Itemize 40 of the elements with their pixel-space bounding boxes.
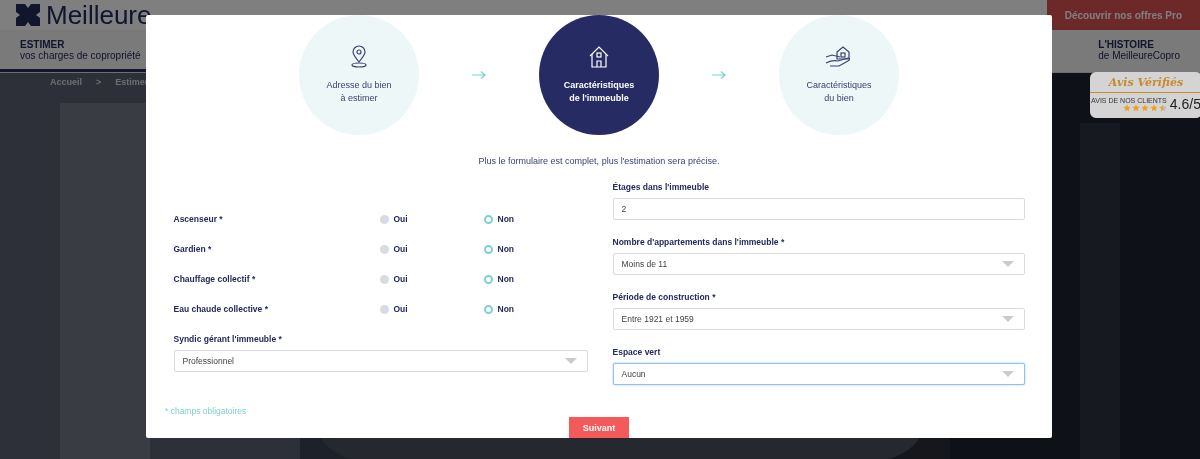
- dropdown-field[interactable]: Entre 1921 et 1959: [612, 308, 1025, 330]
- dropdown-field[interactable]: Professionnel: [173, 350, 588, 372]
- field-label: Espace vert: [612, 347, 662, 357]
- form-hint: Plus le formulaire est complet, plus l'estimation sera précise.: [478, 156, 720, 166]
- reviews-brand: Avis Vérifiés: [1090, 72, 1200, 93]
- question-label: Gardien *: [173, 244, 213, 254]
- field-label: Étages dans l'immeuble: [612, 182, 710, 192]
- radio-option[interactable]: Oui: [379, 274, 484, 284]
- dropdown-field[interactable]: Moins de 11: [612, 253, 1025, 275]
- radio-option[interactable]: Oui: [379, 214, 484, 224]
- question-label: Eau chaude collective *: [173, 304, 269, 314]
- logo-wordmark: Meilleure: [46, 0, 152, 31]
- logo-icon: [16, 4, 40, 26]
- field-label: Période de construction *: [612, 292, 717, 302]
- field-label: Nombre d'appartements dans l'immeuble *: [612, 237, 786, 247]
- arrow-right-icon: [712, 71, 726, 79]
- house-icon: [588, 45, 610, 70]
- radio-option[interactable]: Non: [483, 304, 588, 314]
- step-circle[interactable]: Caractéristiques du bien: [779, 15, 899, 135]
- radio-option[interactable]: Oui: [379, 304, 484, 314]
- step-circle[interactable]: Adresse du bien à estimer: [299, 15, 419, 135]
- question-label: Chauffage collectif *: [173, 274, 257, 284]
- radio-option[interactable]: Non: [483, 274, 588, 284]
- text-field[interactable]: 2: [612, 198, 1025, 220]
- dropdown-field[interactable]: Aucun: [612, 363, 1025, 385]
- location-pin-icon: [349, 45, 369, 70]
- arrow-right-icon: [472, 71, 486, 79]
- step-circle[interactable]: Caractéristiques de l'immeuble: [539, 15, 659, 135]
- review-score: 4.6/5: [1169, 96, 1200, 112]
- required-note: * champs obligatoires: [165, 406, 247, 416]
- dropdown-caret-icon: [1001, 371, 1014, 377]
- radio-option[interactable]: Oui: [379, 244, 484, 254]
- field-label: Syndic gérant l'immeuble *: [173, 334, 283, 344]
- nav-item[interactable]: L'HISTOIRE de MeilleureCopro: [1078, 30, 1200, 72]
- dropdown-caret-icon: [1001, 316, 1014, 322]
- question-label: Ascenseur *: [173, 214, 224, 224]
- dropdown-caret-icon: [564, 358, 577, 364]
- radio-option[interactable]: Non: [483, 244, 588, 254]
- dropdown-caret-icon: [1001, 261, 1014, 267]
- radio-option[interactable]: Non: [483, 214, 588, 224]
